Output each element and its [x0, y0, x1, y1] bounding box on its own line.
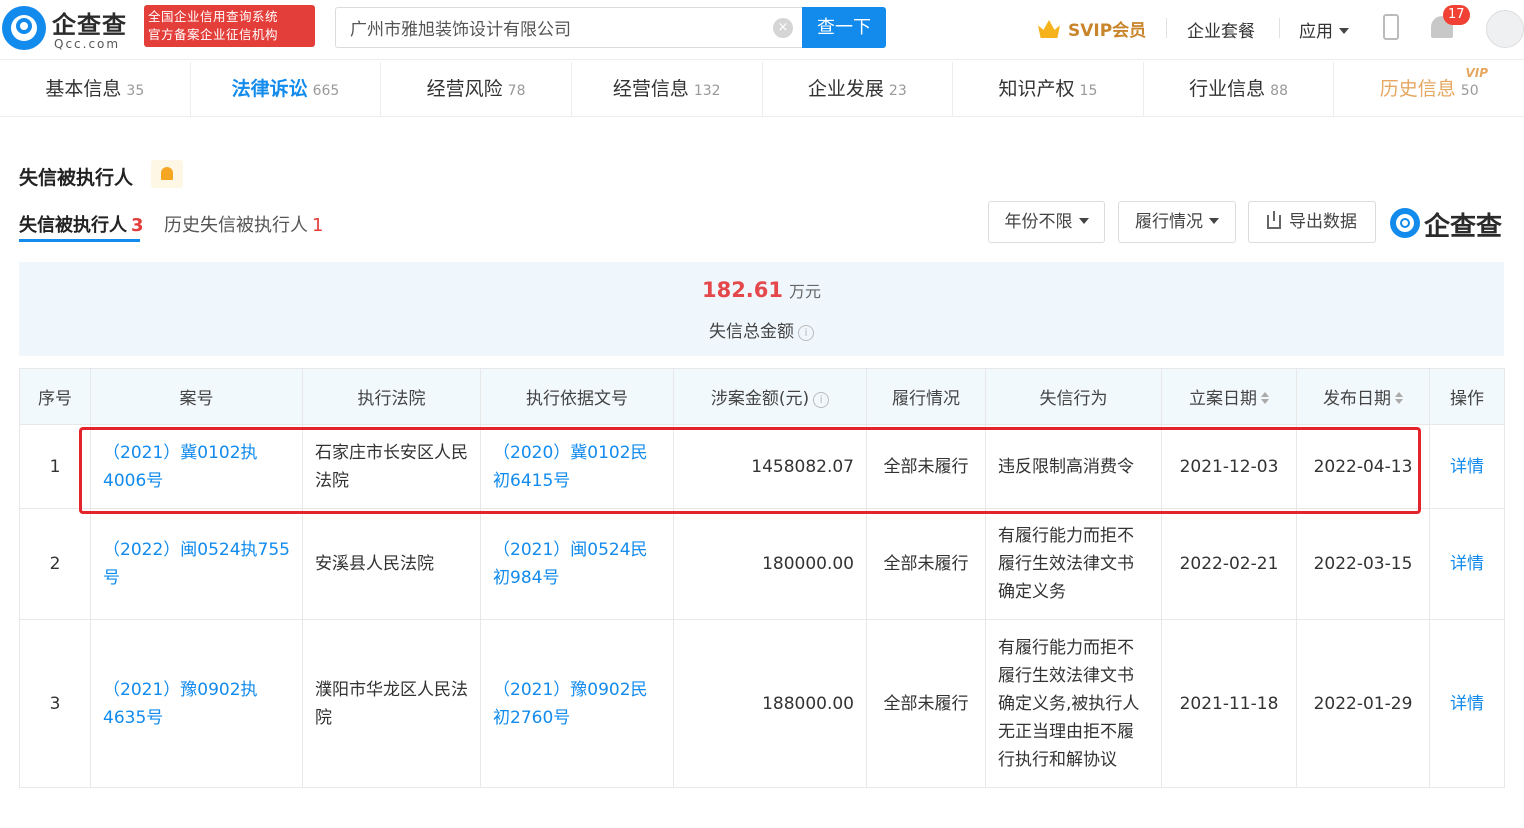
total-amount-label: 失信总金额 i [19, 317, 1504, 342]
dishonest-total-summary: 182.61 万元 失信总金额 i [19, 262, 1504, 356]
tab-industry-info[interactable]: 行业信息 88 [1144, 62, 1335, 116]
col-header-behavior: 失信行为 [985, 368, 1162, 425]
detail-link[interactable]: 详情 [1429, 424, 1505, 509]
sort-icon[interactable] [1261, 392, 1269, 404]
dishonest-behavior: 有履行能力而拒不履行生效法律文书确定义务 [985, 508, 1162, 620]
col-header-case-no: 案号 [90, 368, 303, 425]
qcc-logo[interactable]: 企查查 Qcc.com [2, 4, 138, 56]
basis-no-link[interactable]: （2020）冀0102民初6415号 [480, 424, 674, 509]
dishonest-behavior: 违反限制高消费令 [985, 424, 1162, 509]
status-filter-dropdown[interactable]: 履行情况 [1118, 201, 1236, 243]
logo-domain: Qcc.com [54, 37, 121, 51]
crown-icon [1038, 20, 1060, 38]
table-row: 3 （2021）豫0902执4635号 濮阳市华龙区人民法院 （2021）豫09… [19, 619, 1505, 788]
info-icon[interactable]: i [813, 392, 830, 408]
dishonest-behavior: 有履行能力而拒不履行生效法律文书确定义务,被执行人无正当理由拒不履行执行和解协议 [985, 619, 1162, 788]
subtab-dishonest-executee[interactable]: 失信被执行人 3 [19, 211, 144, 237]
clear-icon[interactable]: × [773, 18, 793, 38]
col-header-publish-date[interactable]: 发布日期 [1296, 368, 1430, 425]
subscribe-bell-icon[interactable] [151, 160, 183, 188]
court-name: 石家庄市长安区人民法院 [302, 424, 481, 509]
module-tabs: 基本信息 35 法律诉讼 665 经营风险 78 经营信息 132 企业发展 23 知识产… [0, 62, 1524, 117]
tab-legal-litigation[interactable]: 法律诉讼 665 [191, 62, 382, 116]
basis-no-link[interactable]: （2021）闽0524民初984号 [480, 508, 674, 620]
download-icon [1267, 211, 1281, 229]
export-data-button[interactable]: 导出数据 [1248, 201, 1376, 243]
detail-link[interactable]: 详情 [1429, 508, 1505, 620]
col-header-status: 履行情况 [866, 368, 986, 425]
tab-business-info[interactable]: 经营信息 132 [572, 62, 763, 116]
row-no: 1 [19, 424, 91, 509]
section-title: 失信被执行人 [19, 167, 134, 189]
tab-enterprise-development[interactable]: 企业发展 23 [763, 62, 954, 116]
logo-name: 企查查 [52, 11, 127, 39]
publish-date: 2022-04-13 [1296, 424, 1430, 509]
apps-menu[interactable]: 应用 [1299, 17, 1349, 42]
user-avatar[interactable] [1486, 10, 1524, 48]
subtab-history-dishonest-executee[interactable]: 历史失信被执行人 1 [164, 211, 323, 237]
filed-date: 2022-02-21 [1161, 508, 1297, 620]
fulfillment-status: 全部未履行 [866, 508, 986, 620]
mobile-icon[interactable] [1383, 14, 1399, 40]
tab-history-info[interactable]: VIP 历史信息 50 [1334, 62, 1524, 116]
tab-intellectual-property[interactable]: 知识产权 15 [953, 62, 1144, 116]
col-header-basis-no: 执行依据文号 [480, 368, 674, 425]
notification-count-badge: 17 [1443, 5, 1470, 25]
case-amount: 188000.00 [673, 619, 867, 788]
top-header: 企查查 Qcc.com 全国企业信用查询系统 官方备案企业征信机构 × 查一下 … [0, 0, 1524, 60]
filed-date: 2021-11-18 [1161, 619, 1297, 788]
dishonest-executee-table: 序号 案号 执行法院 执行依据文号 涉案金额(元) i 履行情况 失信行为 立案日… [19, 368, 1505, 788]
row-no: 2 [19, 508, 91, 620]
col-header-court: 执行法院 [302, 368, 481, 425]
case-no-link[interactable]: （2021）豫0902执4635号 [90, 619, 303, 788]
enterprise-package-link[interactable]: 企业套餐 [1187, 17, 1255, 42]
info-icon[interactable]: i [798, 325, 814, 341]
active-subtab-indicator [19, 239, 140, 242]
search-box: × [335, 7, 803, 48]
caret-down-icon [1209, 218, 1219, 224]
publish-date: 2022-03-15 [1296, 508, 1430, 620]
svip-link[interactable]: SVIP会员 [1038, 16, 1146, 41]
col-header-filed-date[interactable]: 立案日期 [1161, 368, 1297, 425]
court-name: 濮阳市华龙区人民法院 [302, 619, 481, 788]
sort-icon[interactable] [1395, 392, 1403, 404]
table-row: 2 （2022）闽0524执755号 安溪县人民法院 （2021）闽0524民初… [19, 508, 1505, 620]
case-no-link[interactable]: （2021）冀0102执4006号 [90, 424, 303, 509]
fulfillment-status: 全部未履行 [866, 619, 986, 788]
caret-down-icon [1078, 218, 1089, 224]
table-header-row: 序号 案号 执行法院 执行依据文号 涉案金额(元) i 履行情况 失信行为 立案日… [19, 368, 1505, 425]
year-filter-dropdown[interactable]: 年份不限 [988, 201, 1105, 243]
table-row: 1 （2021）冀0102执4006号 石家庄市长安区人民法院 （2020）冀0… [19, 424, 1505, 509]
tab-basic-info[interactable]: 基本信息 35 [0, 62, 191, 116]
caret-down-icon [1339, 28, 1349, 34]
detail-link[interactable]: 详情 [1429, 619, 1505, 788]
col-header-no: 序号 [19, 368, 91, 425]
vip-tag: VIP [1465, 66, 1488, 80]
col-header-action: 操作 [1429, 368, 1505, 425]
case-amount: 180000.00 [673, 508, 867, 620]
fulfillment-status: 全部未履行 [866, 424, 986, 509]
search-input[interactable] [336, 8, 766, 47]
col-header-amount: 涉案金额(元) i [673, 368, 867, 425]
official-badge: 全国企业信用查询系统 官方备案企业征信机构 [144, 5, 315, 47]
basis-no-link[interactable]: （2021）豫0902民初2760号 [480, 619, 674, 788]
watermark-logo-icon [1390, 208, 1420, 238]
case-no-link[interactable]: （2022）闽0524执755号 [90, 508, 303, 620]
publish-date: 2022-01-29 [1296, 619, 1430, 788]
case-amount: 1458082.07 [673, 424, 867, 509]
filed-date: 2021-12-03 [1161, 424, 1297, 509]
tab-business-risk[interactable]: 经营风险 78 [381, 62, 572, 116]
court-name: 安溪县人民法院 [302, 508, 481, 620]
total-amount: 182.61 万元 [701, 278, 822, 302]
row-no: 3 [19, 619, 91, 788]
search-button[interactable]: 查一下 [802, 7, 886, 48]
